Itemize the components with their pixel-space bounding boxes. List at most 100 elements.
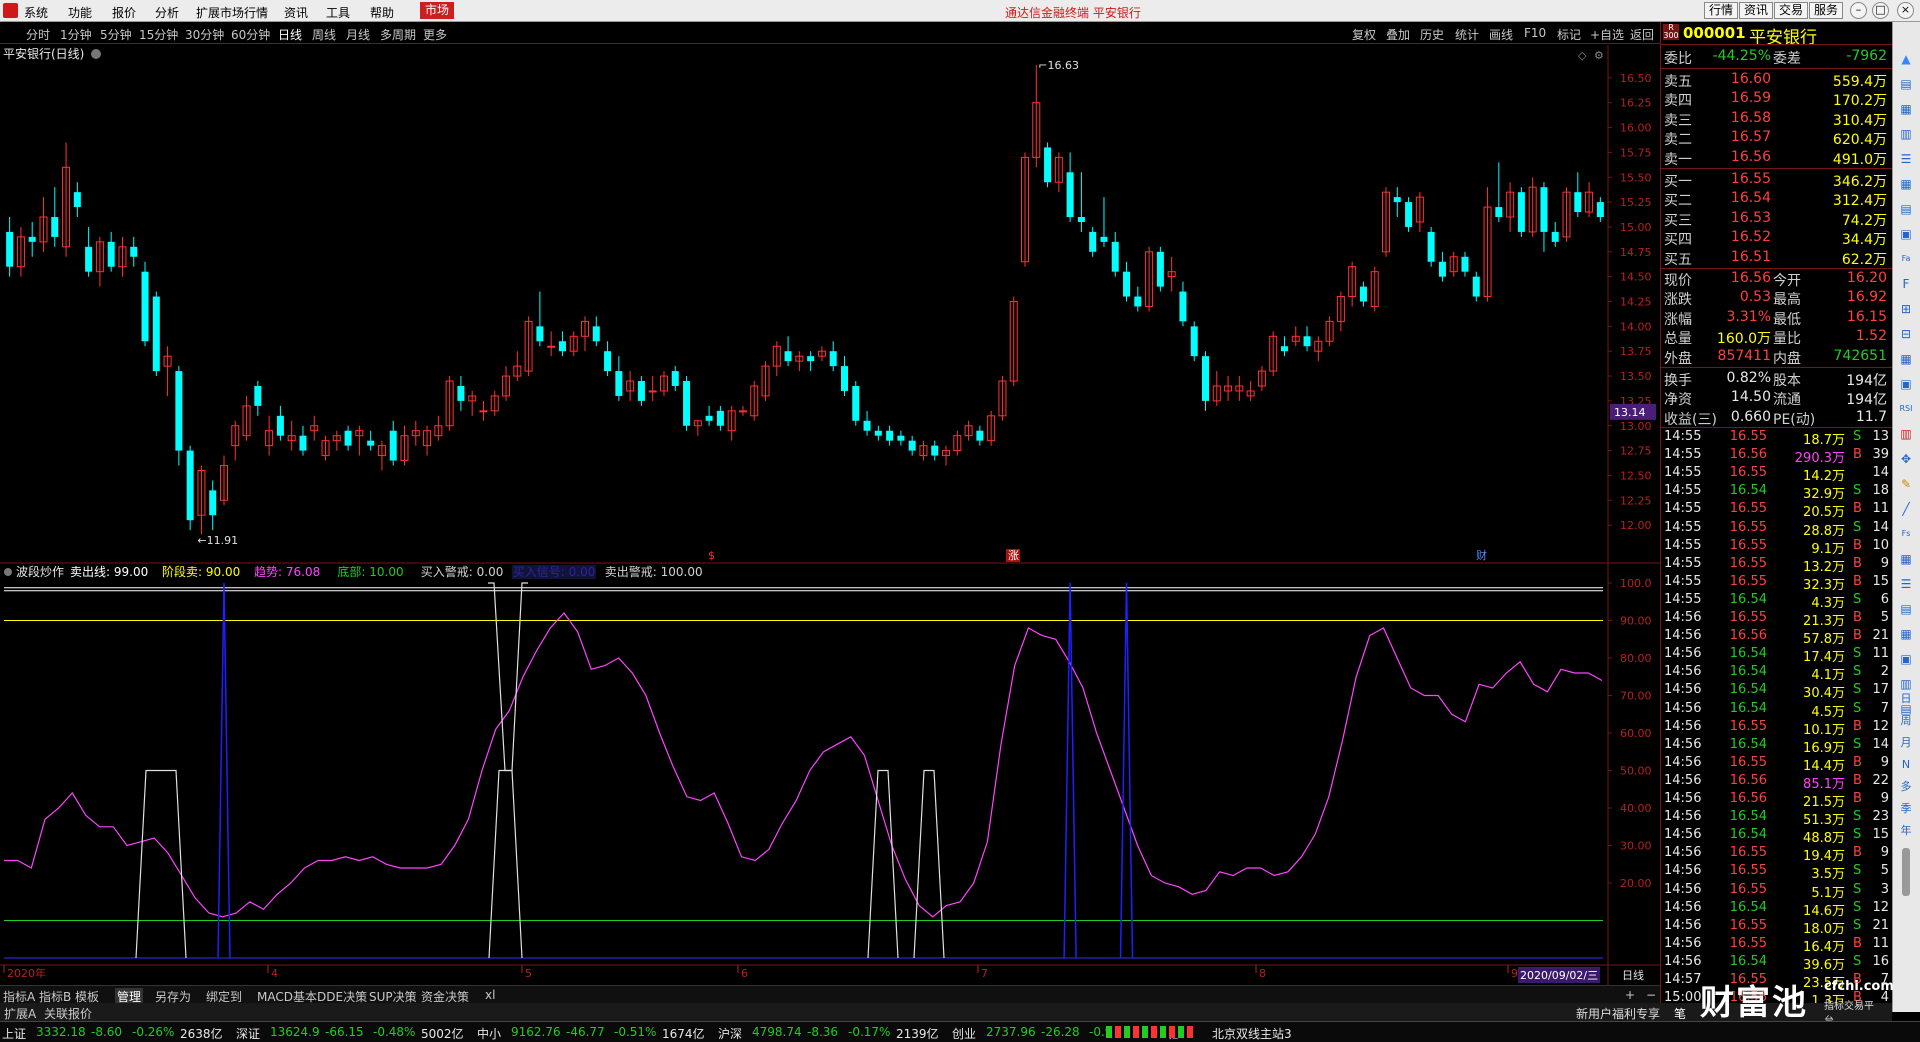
pen-label[interactable]: 笔 bbox=[1674, 1005, 1686, 1022]
tool-mark[interactable]: 标记 bbox=[1557, 26, 1581, 43]
sidebar-scrollbar[interactable] bbox=[1902, 848, 1910, 896]
tile2-icon[interactable]: ▣ bbox=[1897, 650, 1915, 668]
indicator-tab-10[interactable]: xl bbox=[485, 988, 495, 1002]
buy-level-label: 买三 bbox=[1664, 212, 1692, 229]
grid-icon[interactable]: ▦ bbox=[1897, 175, 1915, 193]
index-name[interactable]: 上证 bbox=[2, 1025, 26, 1042]
candle-body-down bbox=[1461, 256, 1469, 272]
top-button-trade[interactable]: 交易 bbox=[1774, 2, 1809, 19]
period-tab-60min[interactable]: 60分钟 bbox=[231, 26, 270, 43]
fund-stat-value: 11.7 bbox=[1855, 408, 1887, 425]
fs-icon[interactable]: Fs bbox=[1897, 525, 1915, 543]
sidebar-period-3-icon[interactable]: N bbox=[1897, 756, 1915, 774]
grid2-icon[interactable]: ▦ bbox=[1897, 625, 1915, 643]
menu-item-tools[interactable]: 工具 bbox=[326, 4, 350, 21]
period-tab-weekly[interactable]: 周线 bbox=[312, 26, 336, 43]
period-tab-1min[interactable]: 1分钟 bbox=[60, 26, 92, 43]
f-icon[interactable]: F bbox=[1897, 275, 1915, 293]
mark-icon[interactable]: ⊞ bbox=[1897, 300, 1915, 318]
top-button-service[interactable]: 服务 bbox=[1809, 2, 1844, 19]
sidebar-period-6-icon[interactable]: 年 bbox=[1897, 822, 1915, 840]
top-button-quote[interactable]: 行情 bbox=[1704, 2, 1739, 19]
tool-add-watch[interactable]: +自选 bbox=[1590, 26, 1624, 43]
panel-icon[interactable]: ▤ bbox=[1897, 75, 1915, 93]
index-name[interactable]: 深证 bbox=[236, 1025, 260, 1042]
menu-item-quote[interactable]: 报价 bbox=[112, 4, 136, 21]
menu-item-system[interactable]: 系统 bbox=[24, 4, 48, 21]
tool-fuquan[interactable]: 复权 bbox=[1352, 26, 1376, 43]
sidebar-period-0-icon[interactable]: 日 bbox=[1897, 690, 1915, 708]
up-arrow-icon[interactable]: ▲ bbox=[1897, 50, 1915, 68]
close-icon[interactable]: × bbox=[1897, 2, 1914, 19]
index-value: 9162.76 bbox=[511, 1025, 561, 1039]
list-icon[interactable]: ☰ bbox=[1897, 150, 1915, 168]
tool-statistics[interactable]: 统计 bbox=[1455, 26, 1479, 43]
chart-icon[interactable]: ▥ bbox=[1897, 125, 1915, 143]
fund-stat-value: 0.660 bbox=[1730, 408, 1771, 425]
promo-link[interactable]: 新用户福利专享 bbox=[1576, 1005, 1660, 1022]
minimize-icon[interactable]: – bbox=[1850, 2, 1867, 19]
zoom-in-icon[interactable]: + bbox=[1625, 988, 1635, 1002]
menu-item-help[interactable]: 帮助 bbox=[370, 4, 394, 21]
text-icon[interactable]: ▤ bbox=[1897, 600, 1915, 618]
sidebar-period-4-icon[interactable]: 多 bbox=[1897, 778, 1915, 796]
menu-item-news[interactable]: 资讯 bbox=[284, 4, 308, 21]
period-tab-15min[interactable]: 15分钟 bbox=[139, 26, 178, 43]
sidebar-period-5-icon[interactable]: 季 bbox=[1897, 800, 1915, 818]
menu-item-ext-market[interactable]: 扩展市场行情 bbox=[196, 4, 268, 21]
line-icon[interactable]: ╱ bbox=[1897, 500, 1915, 518]
tick-count: 16 bbox=[1872, 953, 1889, 969]
ext-tab-related[interactable]: 关联报价 bbox=[44, 1005, 92, 1022]
move-icon[interactable]: ✥ bbox=[1897, 450, 1915, 468]
compare-icon[interactable]: ⊟ bbox=[1897, 325, 1915, 343]
menu-item-market[interactable]: 市场 bbox=[420, 2, 455, 19]
zoom-out-icon[interactable]: − bbox=[1646, 988, 1656, 1002]
indicator-legend-item: 买入警戒: 0.00 bbox=[421, 564, 504, 579]
list2-icon[interactable]: ☰ bbox=[1897, 575, 1915, 593]
candle-body-down bbox=[1156, 251, 1164, 287]
window-icon[interactable]: ▣ bbox=[1897, 225, 1915, 243]
calc-icon[interactable]: ▦ bbox=[1897, 550, 1915, 568]
sidebar-period-1-icon[interactable]: 周 bbox=[1897, 712, 1915, 730]
menu-item-analysis[interactable]: 分析 bbox=[155, 4, 179, 21]
index-name[interactable]: 创业 bbox=[952, 1025, 976, 1042]
kline-chart-svg[interactable]: 平安银行(日线) ◇ ⚙ 16.50 16.25 16.00 15.75 15.50 15.25… bbox=[0, 45, 1660, 985]
box-icon[interactable]: ▣ bbox=[1897, 375, 1915, 393]
ext-tab-a[interactable]: 扩展A bbox=[4, 1005, 36, 1022]
server-name[interactable]: 北京双线主站3 bbox=[1212, 1025, 1292, 1042]
tick-count: 14 bbox=[1872, 465, 1889, 481]
menu-item-function[interactable]: 功能 bbox=[68, 4, 92, 21]
tick-price: 16.54 bbox=[1729, 700, 1767, 716]
period-tab-more[interactable]: 更多 bbox=[423, 26, 447, 43]
period-tab-fenshi[interactable]: 分时 bbox=[26, 26, 50, 43]
price-axis-label: 16.50 bbox=[1620, 72, 1652, 85]
rsi-icon[interactable]: RSI bbox=[1897, 400, 1915, 418]
period-tab-5min[interactable]: 5分钟 bbox=[100, 26, 132, 43]
tool-overlay[interactable]: 叠加 bbox=[1386, 26, 1410, 43]
period-tab-daily[interactable]: 日线 bbox=[278, 26, 302, 43]
tool-draw[interactable]: 画线 bbox=[1489, 26, 1513, 43]
index-name[interactable]: 沪深 bbox=[718, 1025, 742, 1042]
period-tab-30min[interactable]: 30分钟 bbox=[185, 26, 224, 43]
maximize-icon[interactable]: □ bbox=[1872, 2, 1889, 19]
candle-body-down bbox=[829, 351, 837, 367]
index-name[interactable]: 中小 bbox=[477, 1025, 501, 1042]
fa-icon[interactable]: Fa bbox=[1897, 250, 1915, 268]
low-price-annotation: ←11.91 bbox=[197, 534, 238, 547]
tool-back[interactable]: 返回 bbox=[1630, 26, 1654, 43]
period-tab-monthly[interactable]: 月线 bbox=[346, 26, 370, 43]
doc-icon[interactable]: ▦ bbox=[1897, 100, 1915, 118]
candle-body-down bbox=[276, 415, 284, 436]
table-icon[interactable]: ▤ bbox=[1897, 200, 1915, 218]
price-axis-label: 15.50 bbox=[1620, 171, 1652, 184]
bars-icon[interactable]: ▥ bbox=[1897, 425, 1915, 443]
period-tab-multi[interactable]: 多周期 bbox=[380, 26, 416, 43]
current-date-label: 2020/09/02/三 bbox=[1520, 969, 1598, 982]
sidebar-period-2-icon[interactable]: 月 bbox=[1897, 734, 1915, 752]
chart-area[interactable]: 平安银行(日线) ◇ ⚙ 16.50 16.25 16.00 15.75 15.50 15.25… bbox=[0, 45, 1660, 985]
tile-icon[interactable]: ▦ bbox=[1897, 350, 1915, 368]
tool-f10[interactable]: F10 bbox=[1524, 26, 1546, 40]
top-button-news[interactable]: 资讯 bbox=[1739, 2, 1774, 19]
tool-history[interactable]: 历史 bbox=[1420, 26, 1444, 43]
pen-icon[interactable]: ✎ bbox=[1897, 475, 1915, 493]
